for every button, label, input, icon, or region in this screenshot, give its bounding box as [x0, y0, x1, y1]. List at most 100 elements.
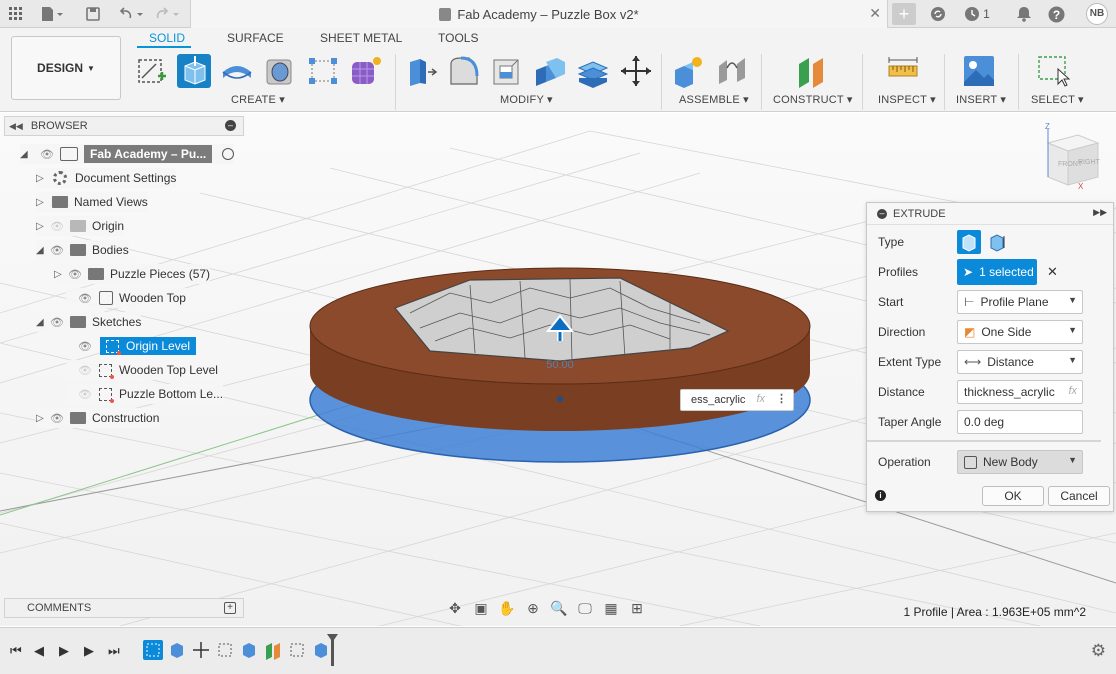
create-form-button[interactable]: [349, 54, 383, 88]
eye-icon[interactable]: 👁: [48, 412, 66, 425]
workspace-switcher[interactable]: DESIGN ▼: [11, 36, 121, 100]
browser-item-puzzle-pieces[interactable]: ▷ 👁 Puzzle Pieces (57): [54, 264, 211, 284]
assemble-menu[interactable]: ASSEMBLE ▾: [679, 93, 749, 106]
step-back-icon[interactable]: ◀: [34, 643, 44, 659]
shell-button[interactable]: [490, 54, 524, 88]
revolve-button[interactable]: [220, 54, 254, 88]
move-button[interactable]: [619, 54, 653, 88]
browser-item-sketches[interactable]: ◢ 👁 Sketches: [36, 312, 142, 332]
extrude-button[interactable]: [177, 54, 211, 88]
browser-item-bodies[interactable]: ◢ 👁 Bodies: [36, 240, 129, 260]
timeline-extrude[interactable]: [311, 640, 331, 660]
step-forward-icon[interactable]: ▶: [84, 643, 94, 659]
info-icon[interactable]: i: [875, 490, 886, 501]
more-options-icon[interactable]: ⋮: [776, 392, 787, 405]
redo-icon[interactable]: [154, 4, 184, 24]
timeline-move[interactable]: [191, 640, 211, 660]
collapse-panel-icon[interactable]: ◀◀: [9, 121, 23, 132]
help-icon[interactable]: ?: [1046, 4, 1066, 24]
gear-icon[interactable]: ⚙: [1091, 641, 1106, 661]
clear-selection-icon[interactable]: ✕: [1047, 264, 1058, 280]
save-icon[interactable]: [84, 4, 102, 24]
cancel-button[interactable]: Cancel: [1048, 486, 1110, 506]
select-menu[interactable]: SELECT ▾: [1031, 93, 1084, 106]
collapse-icon[interactable]: ◢: [36, 245, 48, 256]
eye-hidden-icon[interactable]: 👁: [76, 364, 94, 377]
eye-hidden-icon[interactable]: 👁: [76, 388, 94, 401]
start-select[interactable]: ⊢ Profile Plane ▼: [957, 290, 1083, 314]
inspect-menu[interactable]: INSPECT ▾: [878, 93, 936, 106]
browser-item-construction[interactable]: ▷ 👁 Construction: [36, 408, 160, 428]
undo-icon[interactable]: [116, 4, 146, 24]
expand-icon[interactable]: ▷: [36, 197, 48, 208]
skip-to-start-icon[interactable]: ⏮: [10, 643, 22, 659]
zoom-icon[interactable]: ⊕: [522, 599, 544, 617]
browser-item-wooden-top-level[interactable]: 👁 Wooden Top Level: [66, 360, 218, 380]
combine-button[interactable]: [533, 54, 567, 88]
expand-icon[interactable]: ▷: [36, 221, 48, 232]
create-menu[interactable]: CREATE ▾: [231, 93, 285, 106]
offset-plane-button[interactable]: [795, 54, 829, 88]
modify-menu[interactable]: MODIFY ▾: [500, 93, 553, 106]
grid-icon[interactable]: [6, 4, 26, 24]
browser-root[interactable]: ◢ 👁 Fab Academy – Pu...: [20, 144, 235, 164]
timeline-sketch[interactable]: [287, 640, 307, 660]
taper-angle-input[interactable]: 0.0 deg: [957, 410, 1083, 434]
comments-panel[interactable]: COMMENTS +: [4, 598, 244, 618]
new-tab-button[interactable]: +: [892, 3, 916, 25]
eye-hidden-icon[interactable]: 👁: [48, 220, 66, 233]
avatar[interactable]: NB: [1086, 3, 1108, 25]
browser-item-origin-level[interactable]: 👁 Origin Level: [66, 336, 197, 356]
collapse-icon[interactable]: –: [877, 208, 887, 219]
press-pull-button[interactable]: [404, 54, 438, 88]
add-comment-icon[interactable]: +: [224, 602, 236, 614]
pattern-button[interactable]: [306, 54, 340, 88]
eye-icon[interactable]: 👁: [66, 268, 84, 281]
document-tab[interactable]: Fab Academy – Puzzle Box v2* ✕: [190, 0, 888, 28]
browser-item-origin[interactable]: ▷ 👁 Origin: [36, 216, 125, 236]
expand-icon[interactable]: ◢: [20, 149, 32, 160]
timeline-marker[interactable]: [331, 636, 334, 666]
timeline-sketch[interactable]: [143, 640, 163, 660]
eye-icon[interactable]: 👁: [38, 148, 56, 161]
timeline-extrude[interactable]: [167, 640, 187, 660]
skip-to-end-icon[interactable]: ⏭: [108, 643, 120, 659]
replace-face-button[interactable]: [576, 54, 610, 88]
type-thin-button[interactable]: [985, 230, 1009, 254]
browser-item-named-views[interactable]: ▷ Named Views: [36, 192, 148, 212]
insert-menu[interactable]: INSERT ▾: [956, 93, 1006, 106]
eye-icon[interactable]: 👁: [48, 316, 66, 329]
profiles-selector[interactable]: ➤ 1 selected: [957, 259, 1037, 285]
fx-icon[interactable]: fx: [756, 393, 765, 405]
viewports-icon[interactable]: ⊞: [626, 599, 648, 617]
insert-image-button[interactable]: [962, 54, 996, 88]
bell-icon[interactable]: [1014, 4, 1034, 24]
collapse-icon[interactable]: ◢: [36, 317, 48, 328]
timeline-sketch[interactable]: [215, 640, 235, 660]
fit-icon[interactable]: 🔍: [548, 599, 570, 617]
joint-button[interactable]: [715, 54, 749, 88]
ok-button[interactable]: OK: [982, 486, 1044, 506]
expand-dialog-icon[interactable]: ▶▶: [1093, 207, 1107, 218]
jobs-status[interactable]: 1: [960, 4, 994, 24]
create-sketch-button[interactable]: [134, 54, 168, 88]
extent-type-select[interactable]: ⟷ Distance ▼: [957, 350, 1083, 374]
browser-item-document-settings[interactable]: ▷ Document Settings: [36, 168, 177, 188]
timeline-offset-plane[interactable]: [263, 640, 283, 660]
eye-icon[interactable]: 👁: [76, 340, 94, 353]
tab-surface[interactable]: SURFACE: [227, 31, 284, 45]
close-icon[interactable]: ✕: [869, 5, 881, 22]
new-component-button[interactable]: [672, 54, 706, 88]
hole-button[interactable]: [263, 54, 297, 88]
fx-icon[interactable]: fx: [1068, 385, 1077, 397]
distance-inline-input[interactable]: ess_acrylic fx ⋮: [680, 389, 794, 411]
orbit-icon[interactable]: ✥: [444, 599, 466, 617]
sync-icon[interactable]: [928, 4, 948, 24]
display-settings-icon[interactable]: 🖵: [574, 599, 596, 617]
construct-menu[interactable]: CONSTRUCT ▾: [773, 93, 853, 106]
file-icon[interactable]: [38, 4, 66, 24]
fillet-button[interactable]: [447, 54, 481, 88]
tab-solid[interactable]: SOLID: [149, 31, 185, 45]
tab-tools[interactable]: TOOLS: [438, 31, 478, 45]
eye-icon[interactable]: 👁: [76, 292, 94, 305]
